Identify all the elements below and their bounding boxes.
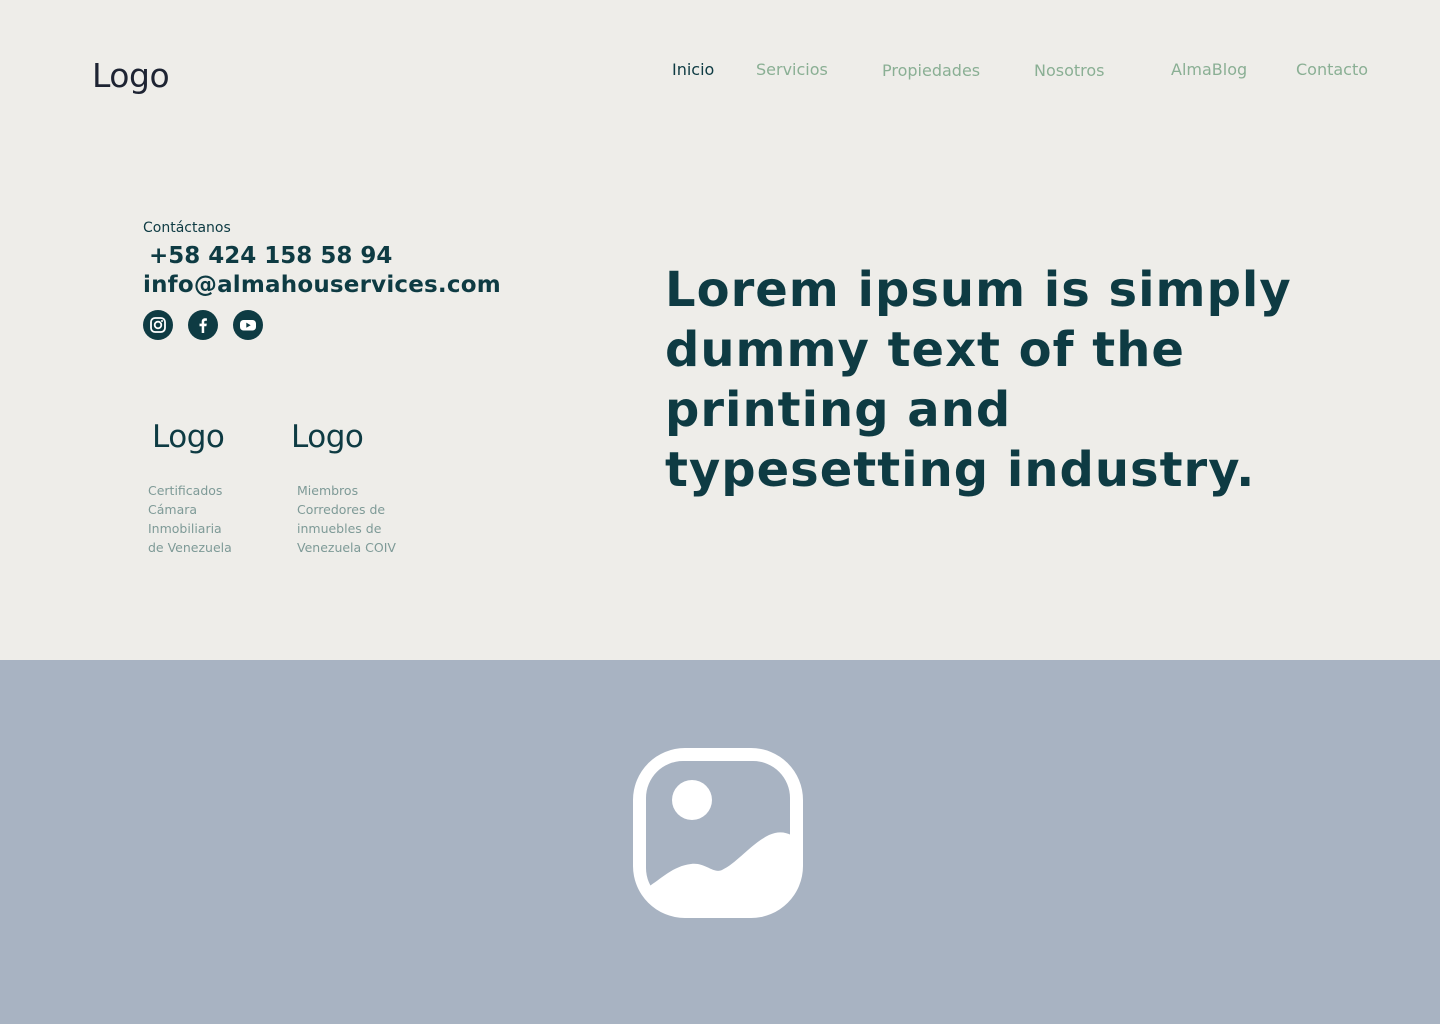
nav-item-nosotros[interactable]: Nosotros <box>1034 61 1105 81</box>
contact-phone[interactable]: +58 424 158 58 94 <box>149 242 392 270</box>
image-placeholder-icon <box>633 748 803 923</box>
hero-headline: Lorem ipsum is simply dummy text of the … <box>665 262 1292 498</box>
image-band <box>0 660 1440 1024</box>
partner-logo-coiv: Logo <box>291 419 364 455</box>
instagram-icon[interactable] <box>143 310 173 340</box>
nav-item-servicios[interactable]: Servicios <box>756 60 828 80</box>
contact-label: Contáctanos <box>143 220 231 236</box>
nav-item-propiedades[interactable]: Propiedades <box>882 61 980 81</box>
hero-section: Logo Inicio Servicios Propiedades Nosotr… <box>0 0 1440 660</box>
partner-logo-camara: Logo <box>152 419 225 455</box>
contact-email[interactable]: info@almahouservices.com <box>143 271 501 299</box>
nav-item-almablog[interactable]: AlmaBlog <box>1171 60 1247 80</box>
youtube-icon[interactable] <box>233 310 263 340</box>
nav-item-contacto[interactable]: Contacto <box>1296 60 1368 80</box>
facebook-icon[interactable] <box>188 310 218 340</box>
partner-description-coiv: Miembros Corredores de inmuebles de Vene… <box>297 483 396 555</box>
nav-item-inicio[interactable]: Inicio <box>672 60 714 80</box>
site-logo[interactable]: Logo <box>92 56 170 96</box>
partner-description-camara: Certificados Cámara Inmobiliaria de Vene… <box>148 483 232 555</box>
